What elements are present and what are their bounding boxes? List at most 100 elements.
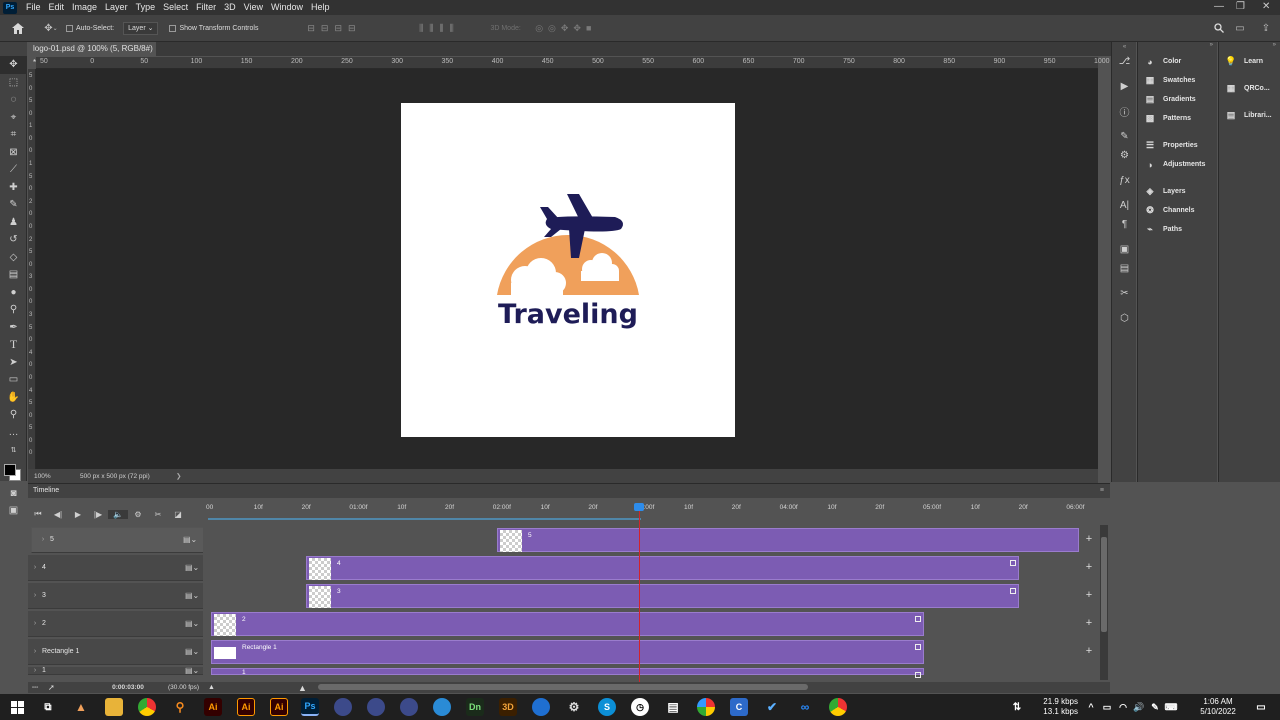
menu-layer[interactable]: Layer [101, 0, 132, 15]
play-icon[interactable]: ▶ [68, 510, 88, 519]
screen-mode-icon[interactable]: ▣ [0, 502, 27, 520]
lasso-tool-icon[interactable]: ◌ [0, 91, 27, 109]
share-icon[interactable]: ⇪ [1258, 18, 1274, 38]
expand-chevron-icon[interactable]: › [28, 564, 42, 571]
add-media-button[interactable]: + [1083, 561, 1095, 573]
film-strip-icon[interactable]: ▤⌄ [185, 619, 203, 628]
color-swatches[interactable] [0, 459, 26, 485]
timeline-layer-row[interactable]: › 1 ▤⌄ [28, 666, 203, 675]
timeline-track[interactable]: 4 [203, 555, 1079, 581]
expand-chevron-icon[interactable]: › [28, 648, 42, 655]
timeline-clip[interactable]: Rectangle 1 [211, 640, 924, 664]
film-strip-icon[interactable]: ▤⌄ [185, 666, 203, 675]
clip-end-handle[interactable] [1010, 588, 1016, 594]
clip-end-handle[interactable] [915, 616, 921, 622]
chrome-icon[interactable] [138, 698, 156, 716]
clip-end-handle[interactable] [1010, 560, 1016, 566]
illustrator-icon-1[interactable]: Ai [204, 698, 222, 716]
timeline-track[interactable]: 5 [203, 527, 1079, 553]
character-panel-icon[interactable]: A| [1112, 196, 1137, 215]
expand-chevron-icon[interactable]: › [28, 667, 42, 674]
film-strip-icon[interactable]: ▤⌄ [183, 535, 201, 545]
search-icon[interactable] [1212, 18, 1226, 38]
align-buttons[interactable]: ⊟⊟⊟⊟ [274, 18, 394, 38]
status-menu-arrow[interactable]: ❯ [176, 472, 181, 480]
timeline-track[interactable]: Rectangle 1 [203, 639, 1079, 665]
timeline-layer-row[interactable]: › 2 ▤⌄ [28, 611, 203, 637]
split-icon[interactable]: ✂ [148, 510, 168, 519]
timeline-layer-row[interactable]: › 3 ▤⌄ [28, 583, 203, 609]
expand-chevron-icon[interactable]: › [28, 620, 42, 627]
file-explorer-icon[interactable] [105, 698, 123, 716]
meta-icon[interactable]: ∞ [796, 698, 814, 716]
eyedropper-tool-icon[interactable]: ⟋ [0, 161, 27, 179]
timeline-track[interactable]: 2 [203, 611, 1079, 637]
timeline-track[interactable]: 1 [203, 667, 1079, 678]
menu-select[interactable]: Select [159, 0, 192, 15]
quick-select-tool-icon[interactable]: ⌖ [0, 109, 27, 127]
notifications-icon[interactable]: ▭ [1252, 698, 1270, 716]
plugins-panel-icon[interactable]: ✂ [1112, 284, 1137, 303]
notes-panel-icon[interactable]: ▤ [1112, 259, 1137, 278]
minimize-button[interactable]: — [1214, 0, 1224, 14]
clip-end-handle[interactable] [915, 672, 921, 678]
timeline-clip[interactable]: 4 [306, 556, 1019, 580]
film-strip-icon[interactable]: ▤⌄ [185, 647, 203, 656]
settings-taskbar-icon[interactable]: ⚙ [565, 698, 583, 716]
hand-tool-icon[interactable]: ✋ [0, 389, 27, 407]
panel-color[interactable]: ◕ Color [1138, 52, 1217, 71]
render-icon[interactable]: ➚ [48, 683, 88, 692]
paragraph-panel-icon[interactable]: ¶ [1112, 215, 1137, 234]
more-tools-icon[interactable]: … [0, 424, 27, 442]
panel-paths[interactable]: ⌁ Paths [1138, 220, 1217, 239]
move-tool-icon[interactable]: ✥ [0, 56, 27, 74]
first-frame-icon[interactable]: ⏮ [28, 509, 48, 519]
film-strip-icon[interactable]: ▤⌄ [185, 563, 203, 572]
convert-frames-icon[interactable]: ▫▫▫ [28, 685, 48, 691]
timeline-horizontal-scrollbar[interactable] [318, 684, 808, 690]
zoom-level[interactable]: 100% [28, 473, 74, 480]
photoshop-taskbar-icon[interactable]: Ps [301, 698, 319, 716]
blur-tool-icon[interactable]: ● [0, 284, 27, 302]
show-transform-checkbox[interactable] [169, 24, 177, 32]
expand-chevron-icon[interactable]: › [36, 535, 50, 545]
previous-frame-icon[interactable]: ◀| [48, 510, 68, 519]
dimension-icon[interactable]: Dn [466, 698, 484, 716]
panel-gradients[interactable]: ▤ Gradients [1138, 90, 1217, 109]
menu-type[interactable]: Type [132, 0, 160, 15]
app-icon-1[interactable] [334, 698, 352, 716]
work-area-bar[interactable] [208, 518, 641, 520]
playhead-line[interactable] [639, 505, 640, 682]
clone-stamp-icon[interactable]: ♟ [0, 214, 27, 232]
menu-3d[interactable]: 3D [220, 0, 240, 15]
audio-icon[interactable]: 🔈 [108, 509, 128, 519]
3d-mode-icons[interactable]: ◎◎✥✥■ [521, 18, 611, 38]
actions-panel-icon[interactable]: ▶ [1112, 77, 1137, 96]
timeline-track[interactable]: 3 [203, 583, 1079, 609]
collapse-icon[interactable]: » [1138, 42, 1217, 52]
menu-image[interactable]: Image [68, 0, 101, 15]
add-media-button[interactable]: + [1083, 589, 1095, 601]
restore-button[interactable]: ❐ [1236, 0, 1245, 14]
collapse-icon[interactable]: « [1112, 42, 1137, 52]
photos-icon[interactable] [697, 698, 715, 716]
taskbar-time[interactable]: 1:06 AM [1195, 697, 1241, 707]
taskbar-date[interactable]: 5/10/2022 [1195, 707, 1241, 717]
quick-mask-icon[interactable]: ◙ [0, 485, 27, 503]
timeline-clip[interactable]: 2 [211, 612, 924, 636]
panel-libraries[interactable]: ▤ Librari... [1219, 106, 1280, 125]
todo-icon[interactable]: ✔ [763, 698, 781, 716]
windows-start-icon[interactable] [8, 698, 26, 716]
panel-learn[interactable]: 💡 Learn [1219, 52, 1280, 71]
auto-select-dropdown[interactable]: Layer ⌄ [123, 21, 159, 35]
pen-tool-icon[interactable]: ✒ [0, 319, 27, 337]
panel-patterns[interactable]: ▩ Patterns [1138, 109, 1217, 128]
menu-view[interactable]: View [240, 0, 267, 15]
app-icon-2[interactable] [367, 698, 385, 716]
chrome-icon-2[interactable] [829, 698, 847, 716]
app-icon-3[interactable] [400, 698, 418, 716]
distribute-buttons[interactable]: ⫼⫼⫼⫼ [394, 18, 484, 38]
marquee-tool-icon[interactable]: ⬚ [0, 74, 27, 92]
zoom-in-icon[interactable]: ▲ [298, 683, 308, 693]
menu-window[interactable]: Window [267, 0, 307, 15]
